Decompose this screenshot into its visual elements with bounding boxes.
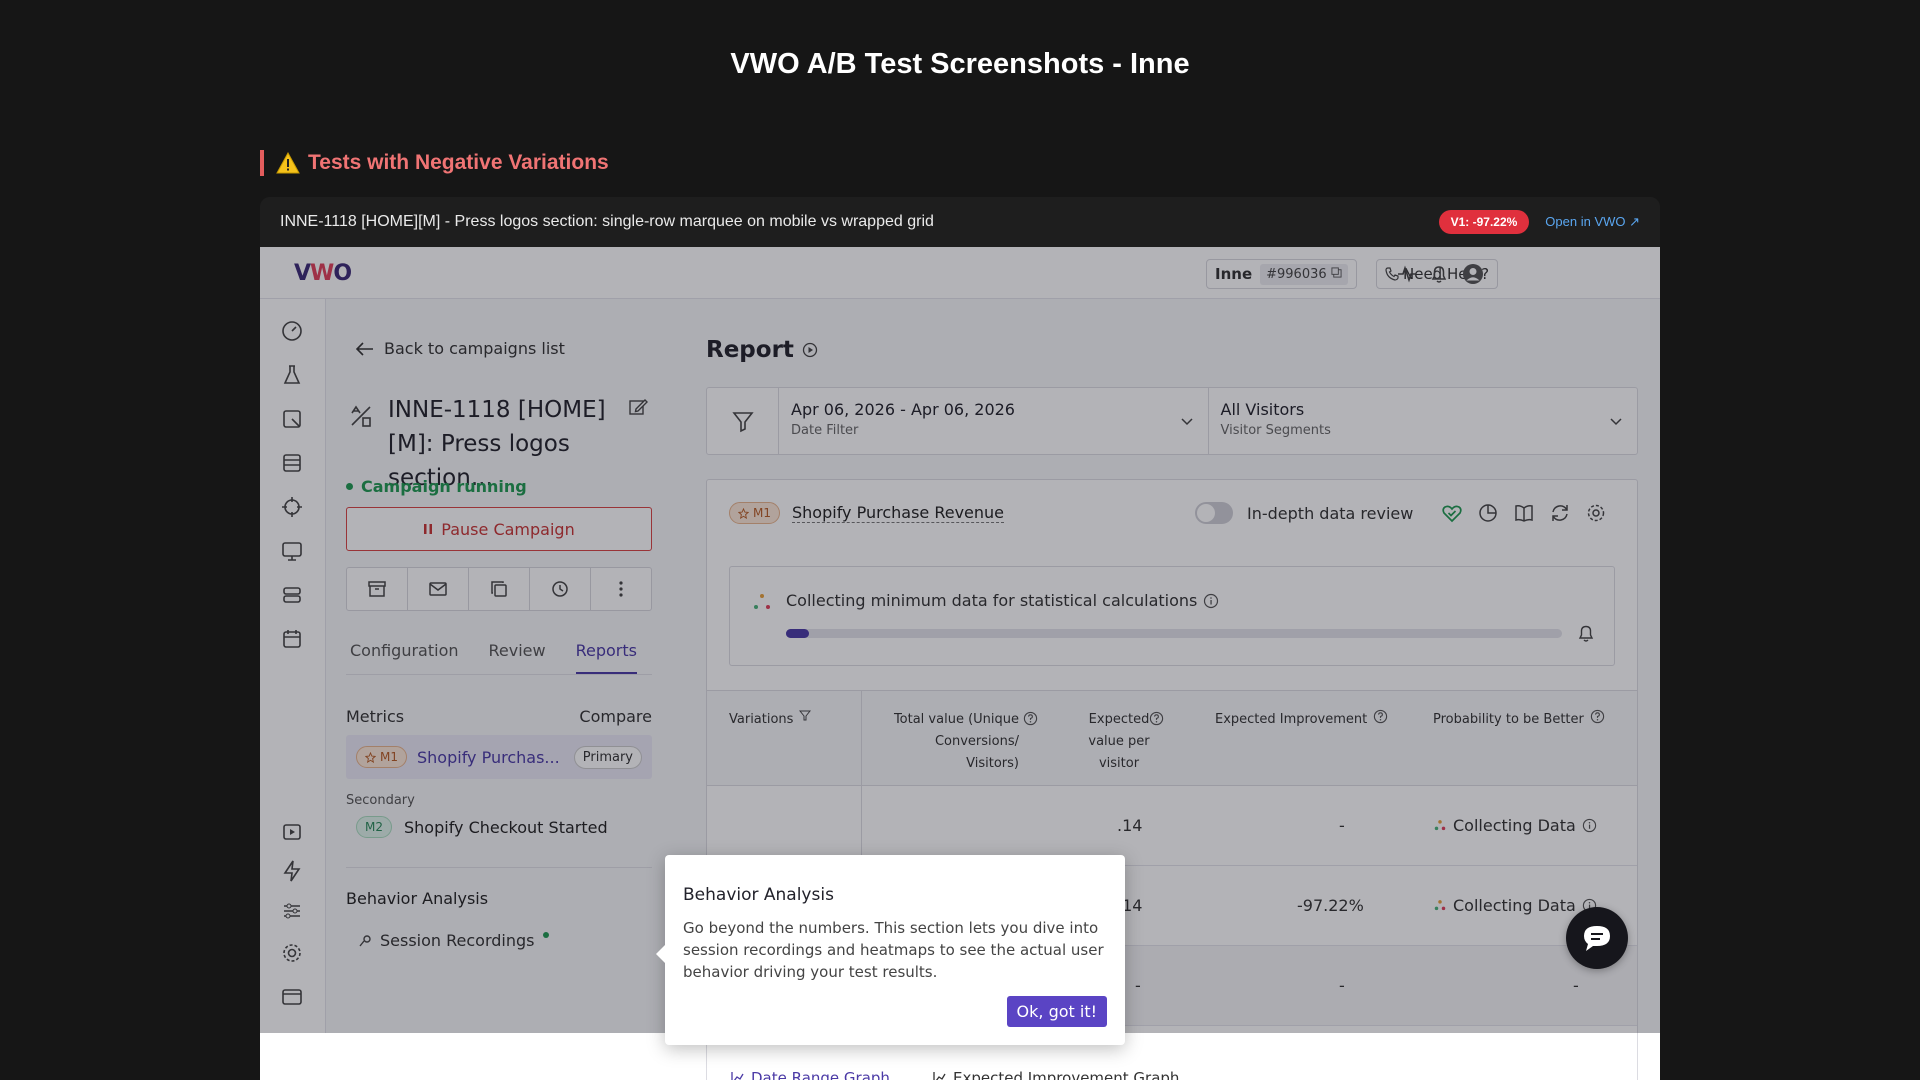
- variation-badge: V1: -97.22%: [1438, 210, 1530, 234]
- vwo-screenshot: VWO Inne #996036 Need Help? Back to camp…: [260, 247, 1660, 1080]
- chat-bubble-icon: [1584, 926, 1610, 951]
- card-title: INNE-1118 [HOME][M] - Press logos sectio…: [280, 213, 934, 230]
- chart-icon: [933, 1072, 946, 1080]
- card-header: INNE-1118 [HOME][M] - Press logos sectio…: [260, 197, 1660, 247]
- tab-date-range-graph[interactable]: Date Range Graph: [731, 1069, 890, 1080]
- ok-got-it-button[interactable]: Ok, got it!: [1006, 996, 1107, 1027]
- popover-title: Behavior Analysis: [683, 885, 834, 905]
- behavior-analysis-popover: Behavior Analysis Go beyond the numbers.…: [656, 855, 1125, 1045]
- open-in-vwo-link[interactable]: Open in VWO ↗: [1545, 214, 1640, 230]
- section-heading: Tests with Negative Variations: [260, 150, 609, 176]
- warning-icon: [276, 152, 300, 174]
- popover-body: Go beyond the numbers. This section lets…: [683, 919, 1104, 981]
- chat-button[interactable]: [1566, 907, 1628, 969]
- tab-expected-improvement-graph[interactable]: Expected Improvement Graph: [933, 1069, 1179, 1080]
- section-heading-text: Tests with Negative Variations: [308, 151, 609, 174]
- page-title: VWO A/B Test Screenshots - Inne: [730, 48, 1190, 80]
- test-card: INNE-1118 [HOME][M] - Press logos sectio…: [260, 197, 1660, 1080]
- chart-icon: [731, 1072, 744, 1080]
